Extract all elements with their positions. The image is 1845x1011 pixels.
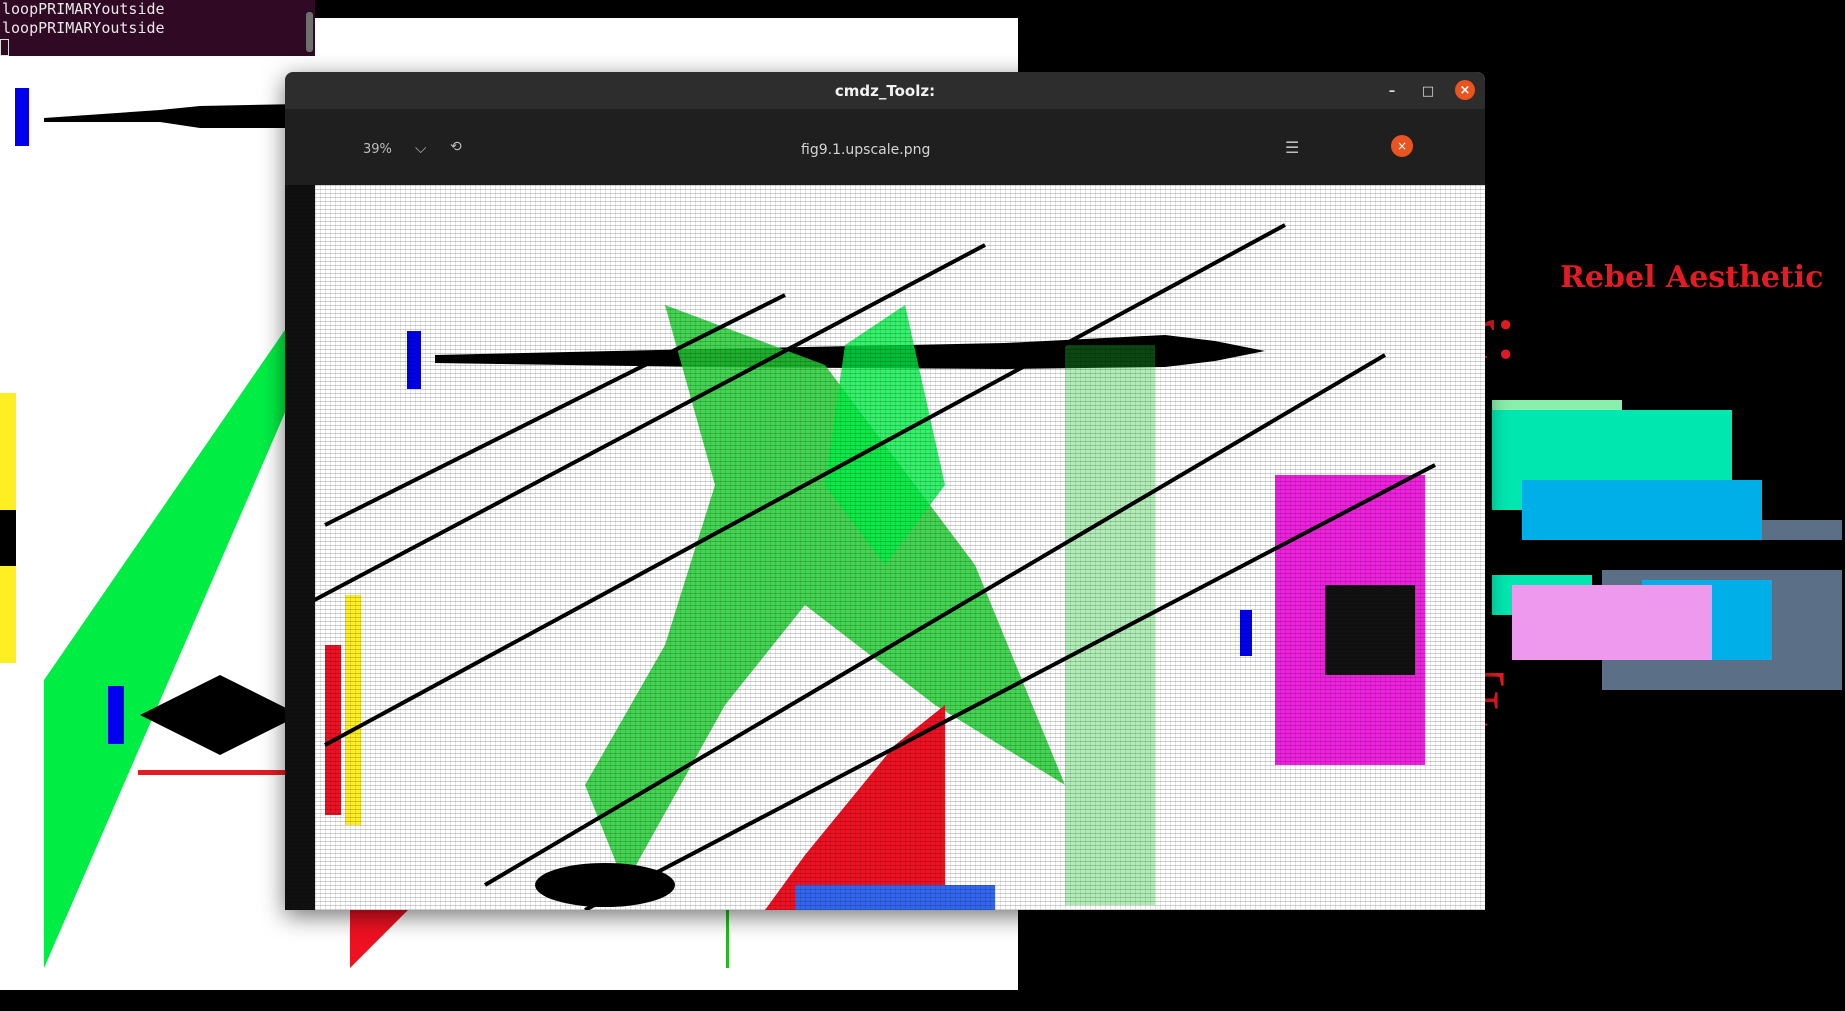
viewer-close-button[interactable]: × — [1391, 135, 1413, 157]
viewer-filename: fig9.1.upscale.png — [801, 142, 931, 158]
terminal-cursor — [0, 39, 9, 56]
zoom-level[interactable]: 39% — [363, 142, 392, 157]
green-slab — [44, 308, 300, 968]
blue-bar — [407, 331, 421, 389]
black-block — [0, 510, 16, 566]
red-triangle — [350, 903, 415, 968]
rotate-icon[interactable]: ⟲ — [450, 139, 462, 155]
app-window[interactable]: cmdz_Toolz: – □ × 39% ⌵ ⟲ fig9.1.upscale… — [285, 72, 1485, 910]
blue-bar-top — [15, 88, 29, 146]
black-inner — [1325, 585, 1415, 675]
black-spike — [44, 104, 300, 128]
glitched-image — [304, 223, 1436, 910]
pink-block — [1512, 585, 1712, 660]
close-button[interactable]: × — [1455, 80, 1475, 100]
close-icon: × — [1396, 139, 1408, 153]
terminal-scrollbar[interactable] — [306, 12, 313, 52]
close-icon: × — [1459, 82, 1471, 98]
minimize-icon: – — [1388, 83, 1396, 99]
blue-stripe — [795, 885, 995, 910]
green-columns — [1065, 345, 1155, 905]
desktop-art — [1452, 0, 1845, 1007]
blue-bar-low — [108, 686, 124, 744]
terminal-line: loopPRIMARYoutside — [2, 19, 165, 37]
slate-block — [1762, 520, 1842, 540]
maximize-button[interactable]: □ — [1419, 82, 1437, 100]
window-title: cmdz_Toolz: — [834, 81, 936, 100]
minimize-button[interactable]: – — [1383, 82, 1401, 100]
window-titlebar[interactable]: cmdz_Toolz: – □ × — [285, 72, 1485, 109]
green-form — [585, 305, 1065, 885]
image-viewer-toolbar: 39% ⌵ ⟲ fig9.1.upscale.png ☰ × — [285, 109, 1485, 185]
maximize-icon: □ — [1421, 83, 1435, 99]
menu-icon[interactable]: ☰ — [1285, 138, 1299, 157]
image-canvas[interactable] — [285, 185, 1485, 910]
chevron-down-icon[interactable]: ⌵ — [415, 139, 426, 157]
desktop-shapes — [1492, 400, 1842, 690]
viewer-left-strip — [285, 185, 315, 910]
terminal-prompt[interactable] — [0, 38, 315, 56]
blue-small — [1240, 610, 1252, 656]
red-line — [138, 770, 308, 775]
terminal-window[interactable]: loopPRIMARYoutside loopPRIMARYoutside — [0, 0, 315, 56]
cyan-block — [1522, 480, 1762, 540]
window-content: 39% ⌵ ⟲ fig9.1.upscale.png ☰ × — [285, 109, 1485, 910]
terminal-line: loopPRIMARYoutside — [2, 0, 165, 18]
red-strip — [325, 645, 341, 815]
rebel-aesthetic-text: Rebel Aesthetic — [1560, 260, 1824, 295]
yellow-strip — [345, 595, 361, 825]
